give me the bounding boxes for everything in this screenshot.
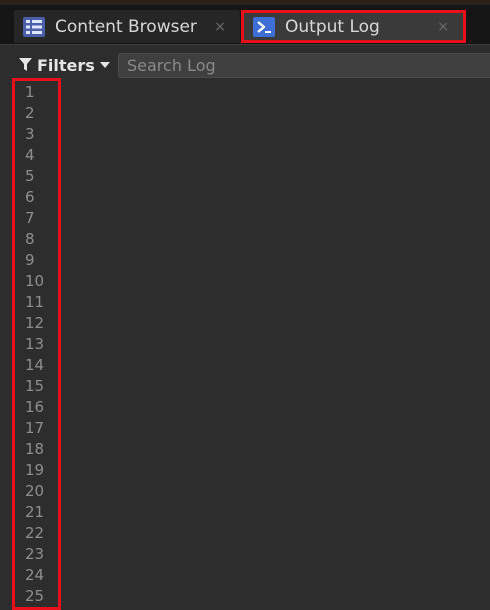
tab-bar: Content Browser × Output Log ×	[0, 5, 490, 44]
filters-button[interactable]: Filters	[19, 53, 110, 77]
line-number: 2	[25, 104, 35, 122]
tab-content-browser-label: Content Browser	[55, 16, 197, 37]
line-number: 7	[25, 209, 35, 227]
line-number: 23	[25, 545, 45, 563]
tab-output-log[interactable]: Output Log ×	[241, 10, 466, 43]
funnel-icon	[19, 58, 32, 71]
line-number: 18	[25, 440, 45, 458]
line-number: 9	[25, 251, 35, 269]
log-toolbar: Filters	[0, 51, 490, 79]
output-log-icon	[253, 16, 275, 37]
chevron-down-icon	[99, 61, 110, 68]
line-number: 20	[25, 482, 45, 500]
content-browser-icon	[23, 16, 45, 37]
line-number: 24	[25, 566, 45, 584]
line-number: 12	[25, 314, 45, 332]
line-number: 17	[25, 419, 45, 437]
line-number: 13	[25, 335, 45, 353]
close-icon[interactable]: ×	[437, 19, 449, 35]
tab-content-browser[interactable]: Content Browser ×	[14, 10, 240, 43]
line-number: 22	[25, 524, 45, 542]
filters-label: Filters	[37, 55, 95, 75]
line-number: 3	[25, 125, 35, 143]
line-number: 10	[25, 272, 45, 290]
line-number: 1	[25, 83, 35, 101]
line-number: 6	[25, 188, 35, 206]
line-number: 25	[25, 587, 45, 605]
line-number: 19	[25, 461, 45, 479]
close-icon[interactable]: ×	[214, 19, 226, 35]
tab-output-log-label: Output Log	[285, 16, 380, 37]
line-number: 14	[25, 356, 45, 374]
line-number-gutter: 1 2 3 4 5 6 7 8 9 10 11 12 13 14 15 16 17 18 19 20 21 22 23 24 2…	[12, 78, 61, 610]
line-number: 4	[25, 146, 35, 164]
line-number: 15	[25, 377, 45, 395]
search-log-input[interactable]	[118, 53, 490, 78]
output-log-panel: Filters 12345678910111213141516171819202…	[0, 44, 490, 610]
line-number: 8	[25, 230, 35, 248]
line-number: 16	[25, 398, 45, 416]
line-number: 5	[25, 167, 35, 185]
line-number: 21	[25, 503, 45, 521]
line-number: 11	[25, 293, 45, 311]
